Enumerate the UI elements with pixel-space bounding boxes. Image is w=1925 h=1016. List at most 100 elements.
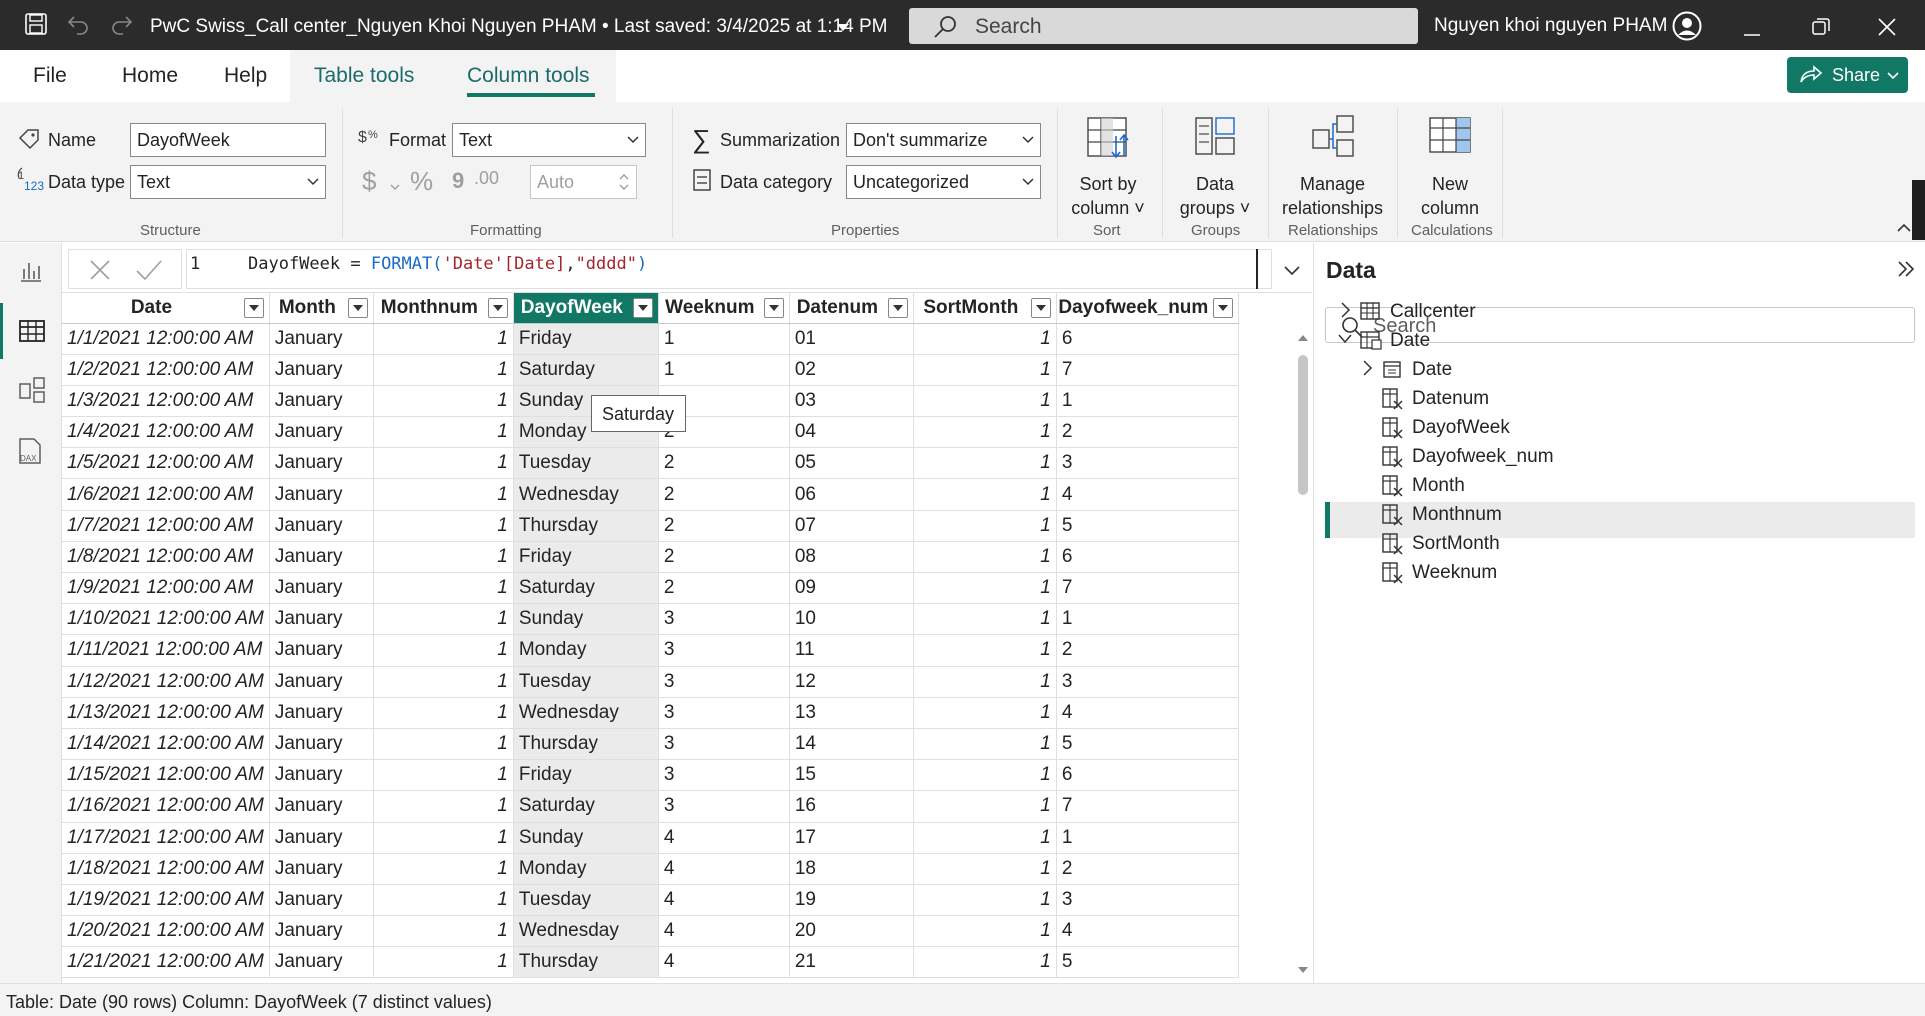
table-cell-sortmonth[interactable]: 1 [913, 416, 1057, 449]
scroll-up-icon[interactable] [1297, 334, 1309, 342]
document-title[interactable]: PwC Swiss_Call center_Nguyen Khoi Nguyen… [150, 16, 887, 38]
format-select[interactable]: Text [452, 123, 646, 157]
table-cell-date[interactable]: 1/2/2021 12:00:00 AM [62, 354, 270, 386]
table-cell-datenum[interactable]: 01 [789, 323, 914, 355]
table-cell-dayofweek[interactable]: Monday [513, 853, 659, 885]
table-row[interactable]: 1/21/2021 12:00:00 AM January 1 Thursday 4 21… [62, 946, 1239, 979]
table-cell-date[interactable]: 1/17/2021 12:00:00 AM [62, 822, 270, 854]
table-cell-datenum[interactable]: 10 [789, 603, 914, 636]
table-cell-date[interactable]: 1/13/2021 12:00:00 AM [62, 697, 270, 729]
table-cell-dayofweek_num[interactable]: 2 [1056, 634, 1239, 667]
table-cell-date[interactable]: 1/18/2021 12:00:00 AM [62, 853, 270, 885]
table-cell-dayofweek[interactable]: Tuesday [513, 447, 659, 480]
expand-formula-icon[interactable] [1284, 263, 1300, 281]
formula-expression[interactable]: DayofWeek = FORMAT('Date'[Date],"dddd") [248, 254, 647, 274]
table-row[interactable]: 1/1/2021 12:00:00 AM January 1 Friday 1 01 1 6 [62, 323, 1239, 355]
table-row[interactable]: 1/14/2021 12:00:00 AM January 1 Thursday 3 14… [62, 728, 1239, 761]
table-cell-month[interactable]: January [269, 946, 374, 979]
table-cell-sortmonth[interactable]: 1 [913, 541, 1057, 574]
table-cell-datenum[interactable]: 12 [789, 666, 914, 698]
table-cell-sortmonth[interactable]: 1 [913, 728, 1057, 761]
table-row[interactable]: 1/18/2021 12:00:00 AM January 1 Monday 4 18 1 2 [62, 853, 1239, 885]
table-cell-date[interactable]: 1/20/2021 12:00:00 AM [62, 915, 270, 948]
table-cell-sortmonth[interactable]: 1 [913, 853, 1057, 885]
table-cell-monthnum[interactable]: 1 [373, 354, 514, 386]
table-cell-dayofweek[interactable]: Friday [513, 323, 659, 355]
table-cell-weeknum[interactable]: 2 [658, 478, 790, 511]
table-cell-sortmonth[interactable]: 1 [913, 447, 1057, 480]
column-header-dayofweek_num[interactable]: Dayofweek_num [1056, 293, 1239, 324]
dropdown-icon[interactable] [836, 20, 850, 38]
table-cell-dayofweek_num[interactable]: 5 [1056, 728, 1239, 761]
table-cell-date[interactable]: 1/16/2021 12:00:00 AM [62, 790, 270, 823]
table-cell-dayofweek_num[interactable]: 4 [1056, 697, 1239, 729]
table-cell-dayofweek[interactable]: Tuesday [513, 666, 659, 698]
scroll-down-icon[interactable] [1297, 966, 1309, 974]
table-cell-dayofweek_num[interactable]: 3 [1056, 447, 1239, 480]
table-cell-month[interactable]: January [269, 323, 374, 355]
data-category-select[interactable]: Uncategorized [846, 165, 1041, 199]
table-cell-date[interactable]: 1/10/2021 12:00:00 AM [62, 603, 270, 636]
column-filter-icon[interactable] [1030, 298, 1051, 318]
table-cell-month[interactable]: January [269, 354, 374, 386]
table-cell-month[interactable]: January [269, 603, 374, 636]
table-cell-datenum[interactable]: 20 [789, 915, 914, 948]
table-cell-sortmonth[interactable]: 1 [913, 478, 1057, 511]
table-cell-datenum[interactable]: 09 [789, 572, 914, 605]
table-cell-datenum[interactable]: 13 [789, 697, 914, 729]
table-cell-date[interactable]: 1/3/2021 12:00:00 AM [62, 385, 270, 418]
scrollbar-thumb[interactable] [1298, 355, 1308, 495]
report-view-icon[interactable] [19, 259, 43, 288]
table-cell-weeknum[interactable]: 3 [658, 666, 790, 698]
close-icon[interactable] [1878, 18, 1896, 41]
table-cell-month[interactable]: January [269, 728, 374, 761]
collapse-pane-icon[interactable] [1896, 259, 1916, 284]
table-cell-month[interactable]: January [269, 510, 374, 542]
table-cell-monthnum[interactable]: 1 [373, 634, 514, 667]
table-cell-month[interactable]: January [269, 447, 374, 480]
table-cell-weeknum[interactable]: 4 [658, 884, 790, 917]
table-cell-datenum[interactable]: 07 [789, 510, 914, 542]
table-cell-dayofweek[interactable]: Sunday [513, 822, 659, 854]
table-cell-dayofweek_num[interactable]: 6 [1056, 323, 1239, 355]
table-cell-monthnum[interactable]: 1 [373, 510, 514, 542]
table-cell-dayofweek[interactable]: Saturday [513, 572, 659, 605]
table-cell-month[interactable]: January [269, 759, 374, 792]
table-cell-month[interactable]: January [269, 884, 374, 917]
table-cell-monthnum[interactable]: 1 [373, 323, 514, 355]
table-row[interactable]: 1/7/2021 12:00:00 AM January 1 Thursday 2 07 1… [62, 510, 1239, 542]
table-cell-weeknum[interactable]: 4 [658, 915, 790, 948]
table-cell-dayofweek[interactable]: Friday [513, 541, 659, 574]
global-search[interactable]: Search [909, 8, 1418, 44]
table-row[interactable]: 1/2/2021 12:00:00 AM January 1 Saturday 1 02 1… [62, 354, 1239, 386]
table-cell-dayofweek[interactable]: Sunday [513, 603, 659, 636]
tab-help[interactable]: Help [224, 64, 267, 88]
save-icon[interactable] [24, 12, 48, 41]
table-row[interactable]: 1/9/2021 12:00:00 AM January 1 Saturday 2 09 1… [62, 572, 1239, 605]
tab-file[interactable]: File [33, 64, 67, 88]
table-cell-dayofweek[interactable]: Thursday [513, 510, 659, 542]
comma-button[interactable]: 9 [452, 168, 464, 194]
table-cell-datenum[interactable]: 21 [789, 946, 914, 979]
table-cell-weeknum[interactable]: 2 [658, 541, 790, 574]
table-cell-sortmonth[interactable]: 1 [913, 915, 1057, 948]
share-button[interactable]: Share [1787, 57, 1908, 93]
table-cell-month[interactable]: January [269, 790, 374, 823]
table-cell-dayofweek[interactable]: Thursday [513, 728, 659, 761]
table-cell-datenum[interactable]: 14 [789, 728, 914, 761]
column-filter-icon[interactable] [887, 298, 908, 318]
grid-scrollbar[interactable] [1296, 330, 1310, 973]
table-cell-date[interactable]: 1/5/2021 12:00:00 AM [62, 447, 270, 480]
table-cell-sortmonth[interactable]: 1 [913, 572, 1057, 605]
table-row[interactable]: 1/8/2021 12:00:00 AM January 1 Friday 2 08 1 6 [62, 541, 1239, 574]
table-cell-date[interactable]: 1/15/2021 12:00:00 AM [62, 759, 270, 792]
new-column-button[interactable]: New column [1402, 112, 1498, 218]
table-cell-weeknum[interactable]: 3 [658, 790, 790, 823]
table-row[interactable]: 1/5/2021 12:00:00 AM January 1 Tuesday 2 05 1 3 [62, 447, 1239, 480]
column-filter-icon[interactable] [1212, 298, 1233, 318]
table-cell-weeknum[interactable]: 3 [658, 697, 790, 729]
table-cell-sortmonth[interactable]: 1 [913, 510, 1057, 542]
summarization-select[interactable]: Don't summarize [846, 123, 1041, 157]
table-row[interactable]: 1/19/2021 12:00:00 AM January 1 Tuesday 4 19 1… [62, 884, 1239, 917]
table-cell-dayofweek_num[interactable]: 4 [1056, 915, 1239, 948]
